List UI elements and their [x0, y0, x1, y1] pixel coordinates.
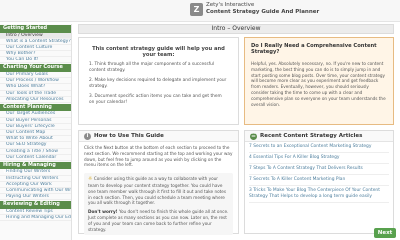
intro-heading: This content strategy guide will help yo… — [92, 46, 225, 58]
collaboration-tip: ☼ Consider using this guide as a way to … — [84, 173, 233, 236]
sidebar-item-you-can-do-it[interactable]: You Can Do It! — [0, 57, 71, 64]
brand-line-2: Content Strategy Guide And Planner — [206, 9, 320, 15]
recent-articles-card: ☰ Recent Content Strategy Articles 7 Sec… — [244, 130, 394, 234]
sidebar-item-editors[interactable]: Hiring and Managing Our Editors — [0, 215, 71, 222]
brand-line-1: Zety's Interactive — [206, 2, 255, 8]
need-strategy-text: Helpful, yes. Absolutely necessary, no. … — [251, 61, 386, 107]
info-icon: i — [84, 133, 91, 140]
how-to-use-heading: How to Use This Guide — [94, 133, 164, 139]
sidebar-section-content-planning[interactable]: Content Planning — [0, 103, 71, 112]
brand-logo-icon: Z — [190, 3, 203, 16]
sidebar-item-paying-writers[interactable]: Paying Our Writers — [0, 194, 71, 201]
sidebar-item-resources[interactable]: Allocating Our Resources — [0, 97, 71, 103]
article-link[interactable]: 3 Tricks To Make Your Blog The Centerpie… — [249, 186, 389, 203]
main-content: Intro – Overview This content strategy g… — [78, 24, 400, 240]
intro-point-3: 3. Document specific action items you ca… — [89, 94, 222, 105]
recent-articles-header: ☰ Recent Content Strategy Articles — [245, 131, 393, 142]
how-to-use-header: i How to Use This Guide — [79, 131, 238, 142]
brand-title: Zety's Interactive Content Strategy Guid… — [206, 2, 319, 16]
intro-card: This content strategy guide will help yo… — [78, 37, 239, 125]
sidebar-section-reviewing-editing[interactable]: Reviewing & Editing Content — [0, 201, 71, 215]
next-button[interactable]: Next — [374, 228, 396, 238]
how-to-use-text: Click the Next button at the bottom of e… — [84, 145, 233, 168]
tip-label: Don't worry! — [88, 209, 118, 215]
article-link[interactable]: 7 Secrets to an Exceptional Content Mark… — [249, 142, 389, 153]
page-title: Intro – Overview — [78, 24, 394, 34]
how-to-use-card: i How to Use This Guide Click the Next b… — [78, 130, 239, 236]
sidebar-item-content-calendar[interactable]: Our Content Calendar — [0, 155, 71, 161]
lightbulb-icon: ☼ — [88, 176, 93, 183]
article-link[interactable]: 7 Secrets To A Killer Content Marketing … — [249, 175, 389, 186]
need-strategy-heading: Do I Really Need a Comprehensive Content… — [251, 43, 377, 55]
article-link[interactable]: 4 Essential Tips For A Killer Blog Strat… — [249, 153, 389, 164]
list-icon: ☰ — [250, 133, 257, 140]
sidebar-nav: Getting Started Intro / Overview What is… — [0, 24, 72, 240]
article-link[interactable]: 7 Steps To A Content Strategy That Deliv… — [249, 164, 389, 175]
intro-point-1: 1. Think through all the major component… — [89, 62, 215, 73]
tip-text-1: Consider using this guide as a way to co… — [88, 176, 227, 206]
sidebar-section-hiring-writers[interactable]: Hiring & Managing Writers — [0, 161, 71, 175]
app-header: Z Zety's Interactive Content Strategy Gu… — [0, 0, 400, 22]
recent-articles-heading: Recent Content Strategy Articles — [260, 133, 363, 139]
intro-point-2: 2. Make key decisions required to delega… — [89, 78, 227, 89]
need-strategy-callout: Do I Really Need a Comprehensive Content… — [244, 37, 394, 125]
sidebar-section-getting-started[interactable]: Getting Started — [0, 25, 71, 33]
sidebar-section-charting-course[interactable]: Charting Your Course — [0, 64, 71, 72]
